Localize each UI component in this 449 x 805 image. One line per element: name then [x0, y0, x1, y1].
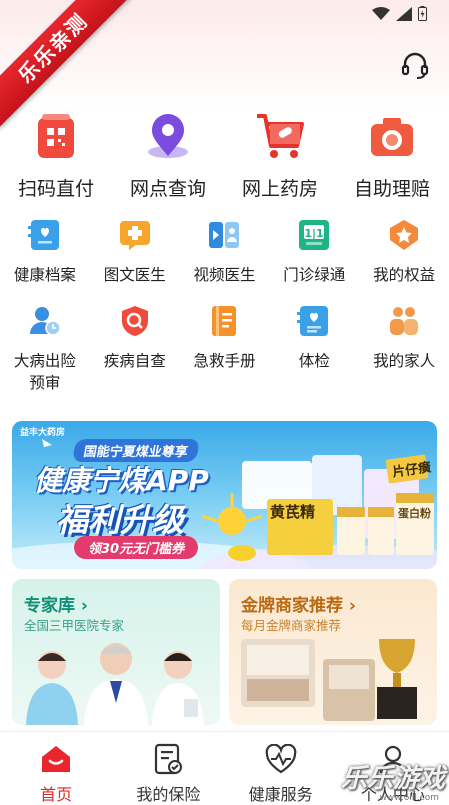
- service-clinic-green-channel[interactable]: 1|1 门诊绿通: [269, 218, 359, 286]
- services-row-1: 健康档案 图文医生 视频医生 1|1 门诊绿通 我的权益: [0, 218, 449, 286]
- headset-icon: [401, 52, 429, 79]
- service-health-record[interactable]: 健康档案: [0, 218, 90, 286]
- location-pin-icon: [142, 110, 194, 162]
- card-title: 专家库 ›: [24, 596, 88, 616]
- service-label: 急救手册: [193, 352, 256, 370]
- tab-home[interactable]: 首页: [0, 732, 112, 805]
- service-label: 网点查询: [129, 178, 206, 200]
- service-label: 图文医生: [103, 266, 166, 284]
- banner-product-label: 黄芪精: [270, 503, 316, 521]
- person-icon: [376, 742, 410, 775]
- disease-check-icon: [118, 304, 152, 338]
- service-self-claim[interactable]: 自助理赔: [336, 110, 448, 201]
- status-bar: [0, 0, 449, 28]
- service-serious-illness-pre-review[interactable]: 大病出险 预审: [0, 304, 90, 394]
- services-row-2: 大病出险 预审 疾病自查 急救手册 体检 我的家人: [0, 304, 449, 394]
- camera-icon: [366, 110, 418, 162]
- banner-product-label: 蛋白粉: [398, 507, 431, 520]
- service-label: 体检: [298, 352, 330, 370]
- service-label: 疾病自查: [103, 352, 166, 370]
- gold-merchant-card[interactable]: 金牌商家推荐 › 每月金牌商家推荐: [229, 579, 437, 725]
- card-subtitle: 全国三甲医院专家: [24, 618, 125, 633]
- service-chat-doctor[interactable]: 图文医生: [90, 218, 180, 286]
- banner-subtitle: 福利升级: [56, 501, 185, 539]
- service-label: 健康档案: [13, 266, 76, 284]
- service-physical-checkup[interactable]: 体检: [269, 304, 359, 394]
- banner-logo: 益丰大药房: [20, 428, 66, 438]
- serious-illness-icon: [28, 304, 62, 338]
- checkup-icon: [297, 304, 331, 338]
- quick-services: 扫码直付 网点查询 网上药房 自助理赔: [0, 110, 449, 201]
- service-label: 大病出险 预审: [13, 352, 76, 392]
- qr-scan-icon: [30, 110, 82, 162]
- tab-label: 个人中心: [360, 785, 425, 804]
- expert-library-card[interactable]: 专家库 › 全国三甲医院专家: [12, 579, 220, 725]
- service-my-rights[interactable]: 我的权益: [359, 218, 449, 286]
- merchants-illustration: [241, 639, 417, 721]
- banner-title: 健康宁煤APP: [34, 464, 209, 497]
- service-label: 扫码直付: [17, 178, 94, 200]
- card-subtitle: 每月金牌商家推荐: [241, 618, 342, 633]
- battery-icon: [418, 6, 427, 21]
- banner-coupon: 领30元无门槛券: [74, 536, 199, 559]
- insurance-doc-icon: [151, 742, 185, 775]
- service-video-doctor[interactable]: 视频医生: [180, 218, 270, 286]
- rights-badge-icon: [387, 218, 421, 252]
- svg-text:1|1: 1|1: [305, 227, 324, 240]
- service-scan-pay[interactable]: 扫码直付: [0, 110, 112, 201]
- shopping-cart-icon: [254, 110, 306, 162]
- tab-label: 我的保险: [136, 785, 201, 804]
- promo-banner[interactable]: 益丰大药房 国能宁夏煤业尊享 健康宁煤APP 福利升级 领30元无门槛券 黄芪精…: [12, 421, 437, 569]
- tab-label: 首页: [40, 785, 73, 804]
- clinic-green-channel-icon: 1|1: [297, 218, 331, 252]
- service-label: 网上药房: [241, 178, 318, 200]
- tab-my-insurance[interactable]: 我的保险: [112, 732, 224, 805]
- wifi-icon: [372, 6, 390, 20]
- service-outlet-search[interactable]: 网点查询: [112, 110, 224, 201]
- tab-label: 健康服务: [248, 785, 313, 804]
- video-doctor-icon: [207, 218, 241, 252]
- service-disease-self-check[interactable]: 疾病自查: [90, 304, 180, 394]
- card-title: 金牌商家推荐 ›: [241, 596, 356, 616]
- service-label: 我的权益: [373, 266, 436, 284]
- service-first-aid-manual[interactable]: 急救手册: [180, 304, 270, 394]
- service-online-pharmacy[interactable]: 网上药房: [224, 110, 336, 201]
- home-icon: [39, 742, 73, 775]
- service-label: 我的家人: [373, 352, 436, 370]
- health-record-icon: [27, 218, 62, 252]
- customer-service-button[interactable]: [399, 50, 431, 82]
- service-label: 视频医生: [193, 266, 256, 284]
- tab-health-services[interactable]: 健康服务: [225, 732, 337, 805]
- service-label: 自助理赔: [353, 178, 430, 200]
- tab-profile[interactable]: 个人中心: [337, 732, 449, 805]
- signal-icon: [396, 6, 412, 21]
- heart-pulse-icon: [264, 742, 298, 775]
- service-label: 门诊绿通: [283, 266, 346, 284]
- chat-doctor-icon: [118, 218, 152, 252]
- first-aid-manual-icon: [207, 304, 241, 338]
- doctors-illustration: [26, 643, 204, 725]
- family-icon: [387, 304, 421, 338]
- service-my-family[interactable]: 我的家人: [359, 304, 449, 394]
- bottom-tab-bar: 首页 我的保险 健康服务 个人中心: [0, 731, 449, 805]
